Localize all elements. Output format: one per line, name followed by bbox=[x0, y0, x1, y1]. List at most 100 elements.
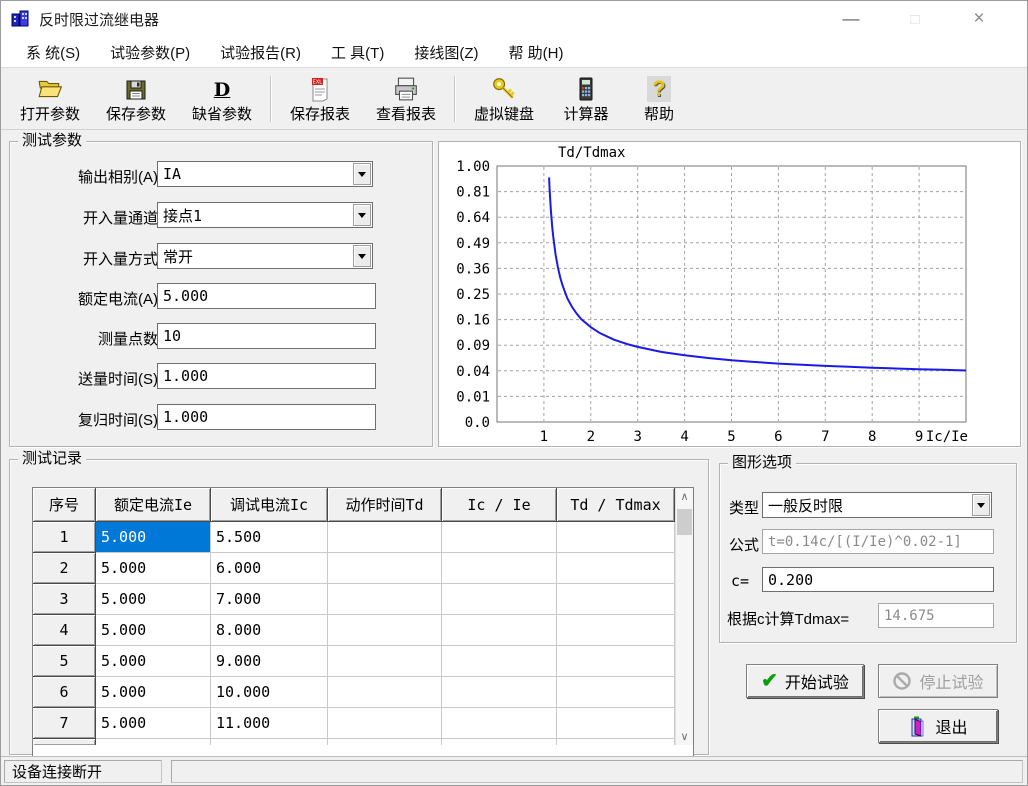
exit-button[interactable]: 退出 bbox=[878, 709, 998, 743]
minimize-button[interactable]: — bbox=[819, 1, 883, 37]
col-header-td-tdmax: Td / Tdmax bbox=[557, 488, 675, 522]
c-input[interactable]: 0.200 bbox=[762, 567, 994, 592]
table-cell[interactable]: 5.500 bbox=[211, 522, 328, 553]
table-cell[interactable]: 9.000 bbox=[211, 646, 328, 677]
svg-text:0.0: 0.0 bbox=[465, 415, 490, 431]
menu-test-params[interactable]: 试验参数(P) bbox=[95, 42, 205, 63]
table-cell[interactable] bbox=[442, 584, 557, 615]
table-cell[interactable]: 5.000 bbox=[96, 646, 211, 677]
menu-tools[interactable]: 工 具(T) bbox=[316, 42, 399, 63]
table-cell[interactable] bbox=[557, 615, 675, 646]
start-test-button[interactable]: ✔ 开始试验 bbox=[746, 664, 864, 698]
table-cell[interactable] bbox=[328, 553, 442, 584]
output-time-input[interactable]: 1.000 bbox=[157, 363, 376, 389]
output-phase-combo[interactable]: IA bbox=[157, 161, 373, 187]
table-cell[interactable]: 11.000 bbox=[211, 708, 328, 739]
table-row-partial bbox=[557, 739, 675, 745]
menu-wiring-diagram[interactable]: 接线图(Z) bbox=[399, 42, 493, 63]
row-header[interactable]: 7 bbox=[33, 708, 96, 739]
table-row-partial bbox=[442, 739, 557, 745]
reset-time-input[interactable]: 1.000 bbox=[157, 404, 376, 430]
table-cell[interactable] bbox=[328, 615, 442, 646]
toolbar-label: 虚拟键盘 bbox=[474, 103, 534, 124]
table-cell[interactable] bbox=[557, 522, 675, 553]
table-cell[interactable]: 6.000 bbox=[211, 553, 328, 584]
table-cell[interactable] bbox=[557, 708, 675, 739]
table-cell-selected[interactable]: 5.000 bbox=[96, 522, 211, 553]
window-controls: — □ × bbox=[819, 1, 1011, 37]
table-cell[interactable] bbox=[442, 522, 557, 553]
rated-current-label: 额定电流(A) bbox=[18, 288, 158, 309]
table-cell[interactable]: 7.000 bbox=[211, 584, 328, 615]
table-cell[interactable] bbox=[557, 584, 675, 615]
table-row-partial bbox=[211, 739, 328, 745]
row-header[interactable]: 5 bbox=[33, 646, 96, 677]
input-channel-combo[interactable]: 接点1 bbox=[157, 202, 373, 228]
table-cell[interactable]: 5.000 bbox=[96, 584, 211, 615]
table-cell[interactable] bbox=[442, 646, 557, 677]
dropdown-button[interactable] bbox=[353, 163, 371, 185]
table-cell[interactable]: 5.000 bbox=[96, 553, 211, 584]
table-cell[interactable]: 5.000 bbox=[96, 708, 211, 739]
row-header[interactable]: 3 bbox=[33, 584, 96, 615]
col-header-ie: 额定电流Ie bbox=[96, 488, 211, 522]
table-cell[interactable]: 10.000 bbox=[211, 677, 328, 708]
formula-label: 公式 bbox=[729, 534, 759, 555]
scroll-up-icon[interactable]: ∧ bbox=[676, 488, 693, 505]
save-params-button[interactable]: 保存参数 bbox=[93, 72, 179, 126]
svg-text:3: 3 bbox=[633, 429, 641, 445]
table-cell[interactable]: 5.000 bbox=[96, 677, 211, 708]
input-mode-combo[interactable]: 常开 bbox=[157, 243, 373, 269]
table-cell[interactable] bbox=[328, 708, 442, 739]
curve-type-combo[interactable]: 一般反时限 bbox=[762, 492, 992, 518]
table-cell[interactable] bbox=[557, 646, 675, 677]
scrollbar-thumb[interactable] bbox=[677, 509, 692, 535]
table-cell[interactable] bbox=[442, 677, 557, 708]
save-report-button[interactable]: EXL 保存报表 bbox=[277, 72, 363, 126]
rated-current-input[interactable]: 5.000 bbox=[157, 283, 376, 309]
table-cell[interactable] bbox=[328, 646, 442, 677]
table-cell[interactable]: 5.000 bbox=[96, 615, 211, 646]
table-cell[interactable] bbox=[557, 553, 675, 584]
dropdown-button[interactable] bbox=[353, 204, 371, 226]
row-header[interactable]: 6 bbox=[33, 677, 96, 708]
svg-text:6: 6 bbox=[774, 429, 782, 445]
open-params-button[interactable]: 打开参数 bbox=[7, 72, 93, 126]
table-cell[interactable] bbox=[328, 584, 442, 615]
save-report-icon: EXL bbox=[308, 74, 332, 102]
output-phase-label: 输出相别(A) bbox=[18, 166, 158, 187]
row-header[interactable]: 2 bbox=[33, 553, 96, 584]
table-cell[interactable] bbox=[442, 553, 557, 584]
virtual-keyboard-button[interactable]: 虚拟键盘 bbox=[461, 72, 547, 126]
svg-text:0.01: 0.01 bbox=[456, 389, 490, 405]
menu-bar: 系 统(S) 试验参数(P) 试验报告(R) 工 具(T) 接线图(Z) 帮 助… bbox=[1, 37, 1027, 68]
table-cell[interactable] bbox=[442, 615, 557, 646]
help-button[interactable]: ? 帮助 bbox=[625, 72, 693, 126]
close-button[interactable]: × bbox=[947, 1, 1011, 37]
curve-chart: Td/Tdmax0.00.010.040.090.160.250.360.490… bbox=[439, 142, 1020, 446]
table-cell[interactable] bbox=[442, 708, 557, 739]
table-cell[interactable] bbox=[557, 677, 675, 708]
calculator-button[interactable]: 计算器 bbox=[547, 72, 625, 126]
menu-system[interactable]: 系 统(S) bbox=[11, 42, 95, 63]
row-header[interactable]: 1 bbox=[33, 522, 96, 553]
scroll-down-icon[interactable]: ∨ bbox=[676, 728, 693, 745]
view-report-button[interactable]: 查看报表 bbox=[363, 72, 449, 126]
table-cell[interactable]: 8.000 bbox=[211, 615, 328, 646]
svg-text:0.09: 0.09 bbox=[456, 338, 490, 354]
status-extra bbox=[171, 760, 1023, 783]
row-header[interactable]: 4 bbox=[33, 615, 96, 646]
menu-test-report[interactable]: 试验报告(R) bbox=[205, 42, 316, 63]
maximize-button[interactable]: □ bbox=[883, 1, 947, 37]
virtual-keyboard-icon bbox=[491, 74, 517, 102]
dropdown-button[interactable] bbox=[353, 245, 371, 267]
input-mode-label: 开入量方式 bbox=[18, 248, 158, 269]
dropdown-button[interactable] bbox=[972, 494, 990, 516]
table-cell[interactable] bbox=[328, 677, 442, 708]
default-params-button[interactable]: D 缺省参数 bbox=[179, 72, 265, 126]
table-cell[interactable] bbox=[328, 522, 442, 553]
menu-help[interactable]: 帮 助(H) bbox=[493, 42, 578, 63]
measure-points-input[interactable]: 10 bbox=[157, 323, 376, 349]
table-scrollbar[interactable]: ∧ ∨ bbox=[675, 488, 693, 745]
svg-text:9: 9 bbox=[915, 429, 923, 445]
